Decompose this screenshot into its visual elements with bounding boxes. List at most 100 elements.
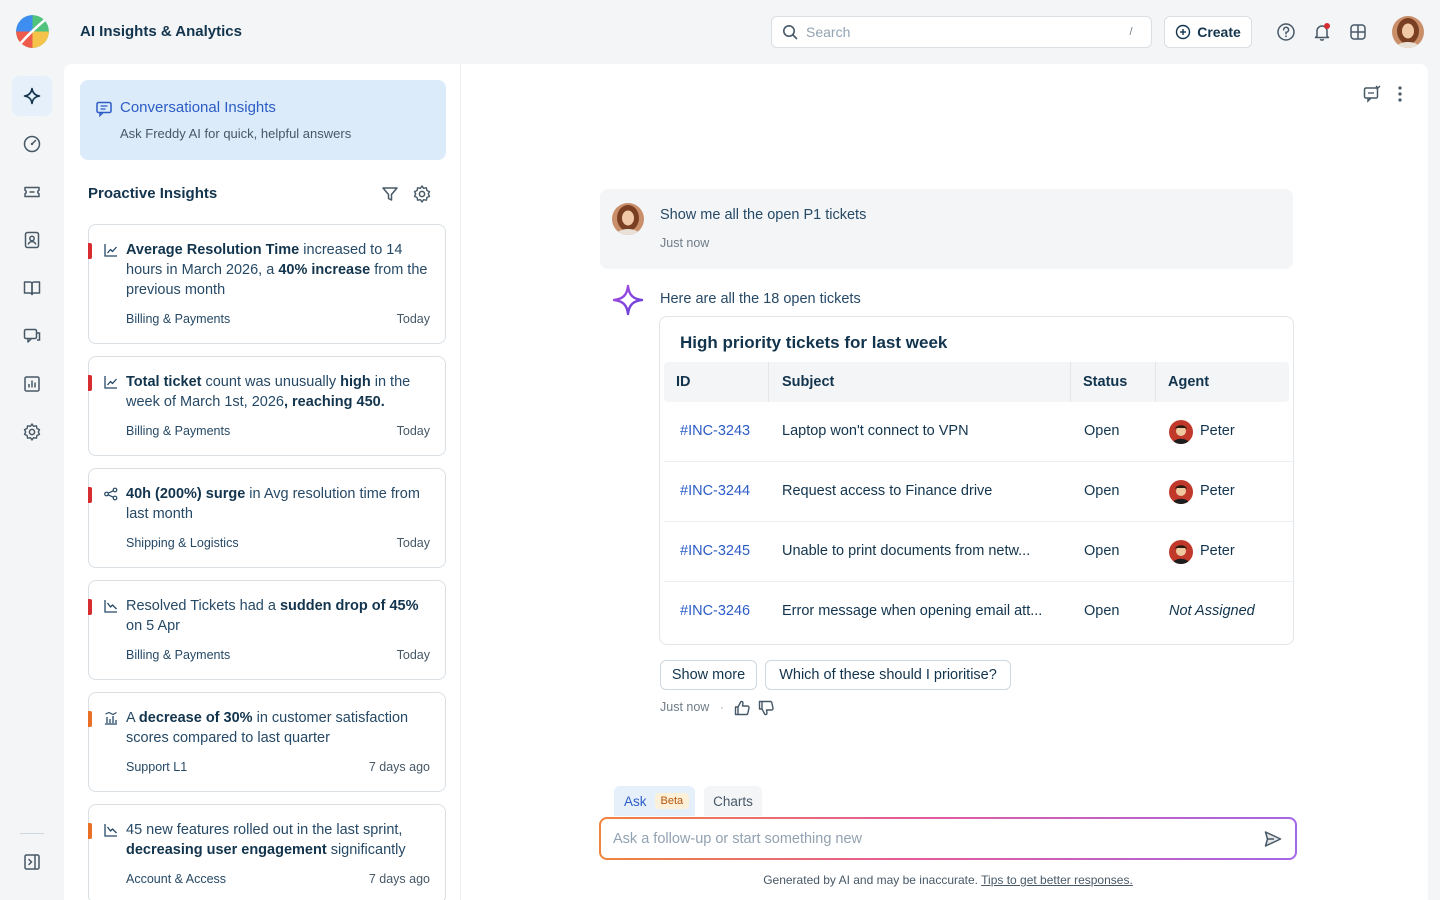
conversational-insights-title: Conversational Insights (120, 99, 276, 116)
insight-card[interactable]: Resolved Tickets had a sudden drop of 45… (88, 580, 446, 680)
tab-ask-label: Ask (624, 793, 647, 809)
create-button[interactable]: Create (1164, 16, 1252, 48)
conversational-insights-card[interactable]: Conversational Insights Ask Freddy AI fo… (80, 80, 446, 160)
freddy-ai-sparkle-icon (612, 284, 644, 321)
search-shortcut: / (1129, 26, 1133, 38)
insight-text-fragment: , reaching 450. (283, 394, 385, 410)
show-more-button[interactable]: Show more (660, 660, 757, 690)
column-divider (1155, 362, 1156, 402)
nav-settings[interactable] (12, 412, 52, 452)
insight-category: Billing & Payments (126, 648, 231, 662)
severity-indicator (88, 599, 92, 615)
dashboard-icon (23, 135, 41, 153)
tab-ask[interactable]: Ask Beta (614, 786, 695, 816)
insight-category: Billing & Payments (126, 312, 231, 326)
chat-history-icon[interactable] (1362, 84, 1382, 109)
notification-bell-icon[interactable] (1310, 20, 1334, 44)
ticket-id-link[interactable]: #INC-3243 (680, 423, 750, 439)
nav-contacts[interactable] (12, 220, 52, 260)
thumbs-down-icon[interactable] (757, 699, 775, 722)
nav-reports[interactable] (12, 364, 52, 404)
prioritise-suggestion-button[interactable]: Which of these should I prioritise? (765, 660, 1011, 690)
sidebar-collapse-button[interactable] (12, 842, 52, 882)
ticket-subject: Request access to Finance drive (782, 483, 993, 499)
tickets-table-title: High priority tickets for last week (680, 333, 948, 352)
nav-ai-insights[interactable] (12, 76, 52, 116)
search-box[interactable]: Search / (771, 16, 1152, 48)
table-row[interactable]: #INC-3243 Laptop won't connect to VPN Open… (664, 402, 1293, 462)
knowledge-base-icon (23, 281, 41, 296)
table-row[interactable]: #INC-3246 Error message when opening emai… (664, 582, 1293, 642)
ai-disclaimer: Generated by AI and may be inaccurate. T… (599, 873, 1297, 887)
ticket-subject: Laptop won't connect to VPN (782, 423, 969, 439)
insight-card[interactable]: 40h (200%) surge in Avg resolution time … (88, 468, 446, 568)
apps-grid-icon[interactable] (1346, 20, 1370, 44)
insight-card[interactable]: A decrease of 30% in customer satisfacti… (88, 692, 446, 792)
insight-text: A decrease of 30% in customer satisfacti… (126, 708, 430, 748)
user-avatar[interactable] (1392, 16, 1424, 48)
app-logo[interactable] (16, 15, 49, 48)
search-input[interactable]: Search (806, 24, 1121, 40)
send-icon[interactable] (1263, 829, 1283, 854)
ticket-id-link[interactable]: #INC-3245 (680, 543, 750, 559)
nav-knowledge-base[interactable] (12, 268, 52, 308)
column-header-agent[interactable]: Agent (1168, 374, 1209, 390)
insight-text-fragment: decrease of 30% (138, 710, 253, 726)
insight-text-fragment: sudden drop of 45% (279, 598, 419, 614)
chat-input-container (599, 817, 1297, 860)
trend-up-icon (103, 374, 119, 395)
table-row[interactable]: #INC-3244 Request access to Finance drive… (664, 462, 1293, 522)
ticket-subject: Error message when opening email att... (782, 603, 1043, 619)
tab-charts[interactable]: Charts (704, 786, 762, 816)
insights-column: Conversational Insights Ask Freddy AI fo… (64, 64, 461, 900)
table-row[interactable]: #INC-3245 Unable to print documents from … (664, 522, 1293, 582)
sparkle-icon (23, 87, 41, 105)
tips-link[interactable]: Tips to get better responses. (981, 873, 1133, 887)
insight-card[interactable]: 45 new features rolled out in the last s… (88, 804, 446, 900)
ticket-status: Open (1084, 543, 1120, 559)
insight-text-fragment: 40% increase (278, 262, 371, 278)
disclaimer-text: Generated by AI and may be inaccurate. (763, 873, 979, 887)
ticket-id-link[interactable]: #INC-3244 (680, 483, 750, 499)
column-divider (1070, 362, 1071, 402)
nav-tickets[interactable] (12, 172, 52, 212)
nav-conversations[interactable] (12, 316, 52, 356)
user-message-text: Show me all the open P1 tickets (660, 207, 867, 223)
nav-divider (20, 833, 44, 834)
severity-indicator (88, 711, 92, 727)
thumbs-up-icon[interactable] (733, 699, 751, 722)
bar-compare-icon (103, 710, 119, 731)
separator-dot: · (720, 700, 724, 714)
insight-text: 45 new features rolled out in the last s… (126, 820, 430, 860)
insight-category: Shipping & Logistics (126, 536, 239, 550)
column-header-subject[interactable]: Subject (782, 374, 834, 390)
severity-indicator (88, 375, 92, 391)
more-options-icon[interactable] (1390, 84, 1410, 109)
chat-input[interactable] (613, 829, 1233, 849)
insight-card[interactable]: Total ticket count was unusually high in… (88, 356, 446, 456)
insight-text-fragment: 45 new features rolled out in the last s… (126, 822, 403, 838)
filter-icon[interactable] (380, 184, 400, 209)
search-icon (783, 25, 798, 40)
insight-category: Support L1 (126, 760, 188, 774)
gear-icon[interactable] (412, 184, 432, 209)
top-bar: AI Insights & Analytics Search / Create (0, 0, 1440, 64)
column-header-status[interactable]: Status (1083, 374, 1127, 390)
insight-text-fragment: Total ticket (126, 374, 202, 390)
column-header-id[interactable]: ID (676, 374, 691, 390)
tickets-table-card: High priority tickets for last week ID S… (659, 316, 1294, 645)
trend-down-icon (103, 598, 119, 619)
trend-down-icon (103, 822, 119, 843)
insight-category: Billing & Payments (126, 424, 231, 438)
help-icon[interactable] (1274, 20, 1298, 44)
ticket-status: Open (1084, 483, 1120, 499)
ticket-id-link[interactable]: #INC-3246 (680, 603, 750, 619)
left-nav (0, 64, 64, 900)
insight-text-fragment: A (126, 710, 139, 726)
severity-indicator (88, 823, 92, 839)
beta-badge: Beta (654, 793, 690, 809)
insight-text: 40h (200%) surge in Avg resolution time … (126, 484, 430, 524)
insight-card[interactable]: Average Resolution Time increased to 14 … (88, 224, 446, 344)
insight-text-fragment: significantly (326, 842, 406, 858)
nav-dashboard[interactable] (12, 124, 52, 164)
